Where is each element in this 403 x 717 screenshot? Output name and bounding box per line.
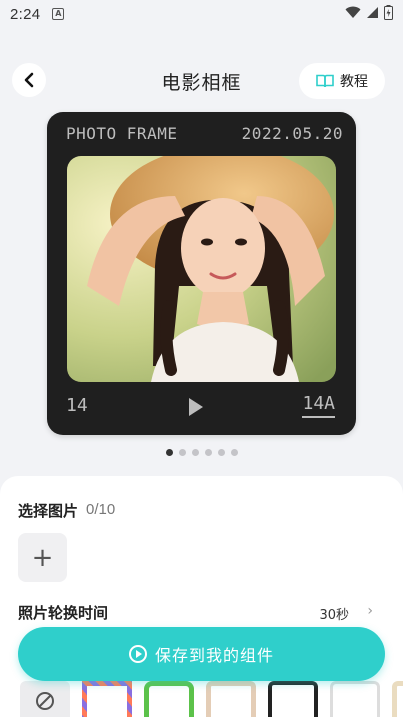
save-button-label: 保存到我的组件 xyxy=(154,646,274,665)
pager-dot[interactable] xyxy=(230,449,238,456)
book-icon xyxy=(316,74,334,88)
pager-dot[interactable] xyxy=(217,449,225,456)
frame-style-leaf[interactable] xyxy=(144,681,194,717)
wifi-icon xyxy=(345,6,361,18)
status-time: 2:24 xyxy=(10,5,41,23)
add-image-button[interactable]: + xyxy=(18,533,67,582)
tutorial-label: 教程 xyxy=(340,74,368,90)
status-icons xyxy=(345,5,393,20)
frame-title: PHOTO FRAME xyxy=(66,124,178,143)
pager-dot[interactable] xyxy=(204,449,212,456)
battery-icon xyxy=(384,5,393,20)
frame-number-right: 14A xyxy=(302,393,335,418)
selected-count: 0/10 xyxy=(86,501,116,518)
pager-dot[interactable] xyxy=(165,449,173,456)
ban-icon xyxy=(36,692,54,710)
frame-style-wood[interactable] xyxy=(206,681,256,717)
pager-dots xyxy=(0,449,403,456)
frame-style-list xyxy=(20,681,403,717)
rotation-time-value[interactable]: 30秒 xyxy=(319,604,349,623)
play-circle-icon xyxy=(128,645,147,663)
frame-style-gray[interactable] xyxy=(330,681,380,717)
movie-frame-preview[interactable]: PHOTO FRAME 2022.05.20 14 14A xyxy=(47,112,356,435)
portrait-photo xyxy=(67,156,336,382)
notification-icon: A xyxy=(52,8,65,20)
frame-style-beige[interactable] xyxy=(392,681,403,717)
select-images-label: 选择图片 xyxy=(18,502,79,520)
frame-style-stripe[interactable] xyxy=(82,681,132,717)
nav-bar: 电影相框 教程 xyxy=(0,58,403,104)
pager-dot[interactable] xyxy=(178,449,186,456)
play-icon xyxy=(189,398,203,416)
signal-icon xyxy=(367,7,378,18)
frame-photo xyxy=(67,156,336,382)
frame-style-none[interactable] xyxy=(20,681,70,717)
rotation-time-label: 照片轮换时间 xyxy=(18,604,109,622)
tutorial-button[interactable]: 教程 xyxy=(299,63,385,99)
status-bar: 2:24 A xyxy=(0,0,403,28)
frame-number-left: 14 xyxy=(66,395,88,416)
pager-dot[interactable] xyxy=(191,449,199,456)
frame-date: 2022.05.20 xyxy=(241,124,343,143)
save-to-widget-button[interactable]: 保存到我的组件 xyxy=(18,627,385,681)
frame-style-black[interactable] xyxy=(268,681,318,717)
chevron-right-icon[interactable]: › xyxy=(367,603,373,619)
